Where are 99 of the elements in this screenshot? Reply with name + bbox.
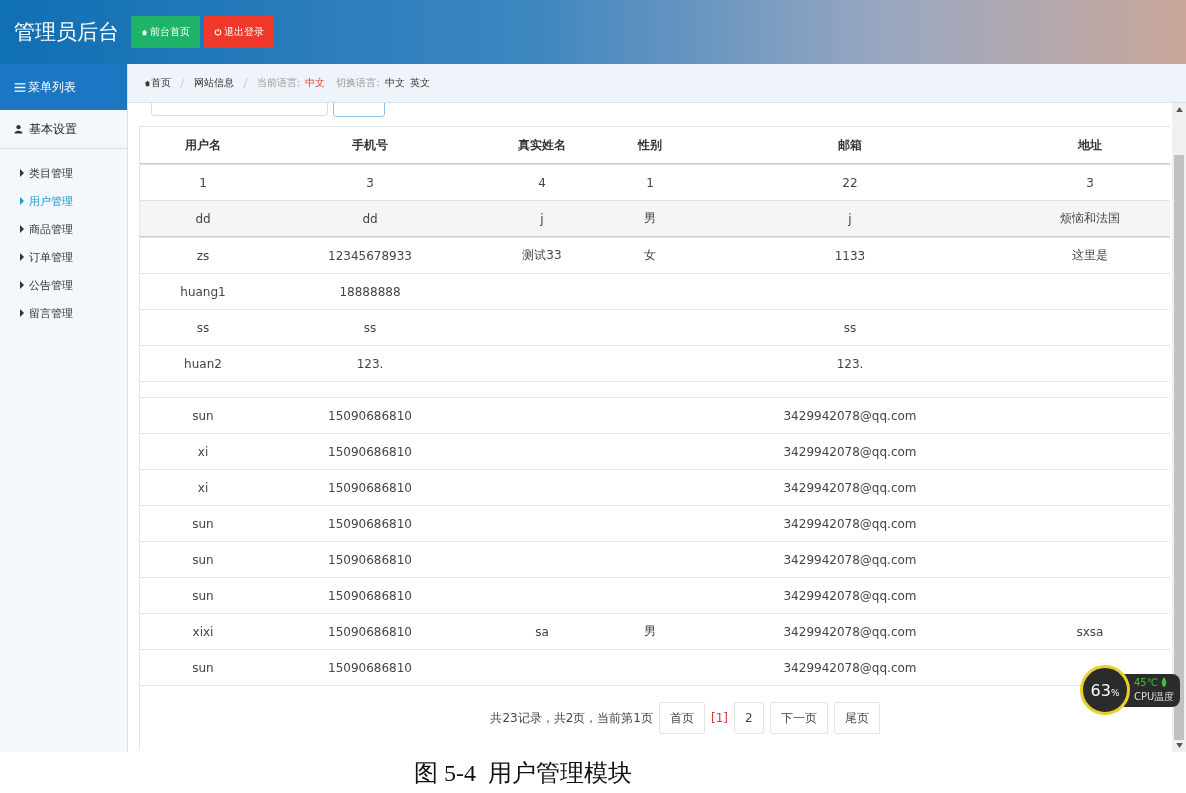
sidebar-item[interactable]: 类目管理 bbox=[0, 159, 127, 187]
breadcrumb-link[interactable]: 网站信息 bbox=[194, 76, 234, 90]
table-cell: 123. bbox=[356, 356, 384, 371]
table-cell: 15090686810 bbox=[328, 444, 412, 459]
switch-language-label: 切换语言: bbox=[336, 76, 380, 90]
caret-icon bbox=[20, 281, 24, 289]
header-button[interactable]: 退出登录 bbox=[204, 16, 274, 48]
table-cell: 1133 bbox=[834, 248, 866, 263]
language-link[interactable]: 中文 bbox=[384, 76, 405, 90]
column-header: 地址 bbox=[1076, 136, 1103, 154]
table-cell: dd bbox=[195, 211, 211, 226]
home-icon bbox=[144, 79, 151, 87]
page-button[interactable]: 2 bbox=[733, 702, 764, 734]
table-cell: 15090686810 bbox=[328, 552, 412, 567]
home-icon bbox=[141, 28, 148, 36]
menu-icon bbox=[14, 82, 26, 92]
caret-icon bbox=[20, 253, 24, 261]
table-cell: sun bbox=[192, 516, 214, 531]
table-cell: sun bbox=[192, 552, 214, 567]
table-cell: 1 bbox=[646, 175, 654, 190]
table-cell: 3 bbox=[366, 175, 374, 190]
last-page-button[interactable]: 尾页 bbox=[833, 702, 880, 734]
table-cell: sun bbox=[192, 408, 214, 423]
table-cell: 15090686810 bbox=[328, 480, 412, 495]
first-page-button[interactable]: 首页 bbox=[658, 702, 705, 734]
section-header[interactable]: 基本设置 bbox=[0, 110, 127, 149]
table-cell: xi bbox=[197, 480, 209, 495]
table-cell: 3429942078@qq.com bbox=[783, 624, 917, 639]
next-page-button[interactable]: 下一页 bbox=[769, 702, 828, 734]
table-cell: 3429942078@qq.com bbox=[783, 444, 917, 459]
table-cell: 123. bbox=[836, 356, 864, 371]
cpu-label: CPU温度 bbox=[1134, 689, 1175, 704]
table-cell: 女 bbox=[644, 248, 656, 262]
table-cell: 男 bbox=[644, 211, 656, 225]
column-header: 真实姓名 bbox=[517, 136, 567, 154]
table-cell: huang1 bbox=[180, 284, 226, 299]
table-cell: 3429942078@qq.com bbox=[783, 480, 917, 495]
temperature-reading: 45℃ bbox=[1134, 676, 1158, 688]
record-summary: 共23记录，共2页，当前第1页 bbox=[490, 709, 653, 727]
language-label: 当前语言: bbox=[257, 76, 301, 90]
table-cell: 1 bbox=[199, 175, 207, 190]
table-cell: ss bbox=[196, 320, 210, 335]
scroll-down-icon bbox=[1175, 743, 1183, 748]
table-cell: 3 bbox=[1086, 175, 1094, 190]
table-cell: 15090686810 bbox=[328, 408, 412, 423]
leaf-icon bbox=[1160, 677, 1167, 687]
sidebar-item[interactable]: 留言管理 bbox=[0, 299, 127, 327]
table-cell: 这里是 bbox=[1072, 248, 1108, 262]
scroll-up-icon bbox=[1175, 107, 1183, 112]
menu-title: 菜单列表 bbox=[28, 78, 76, 96]
table-cell: 3429942078@qq.com bbox=[783, 552, 917, 567]
table-cell: 烦恼和法国 bbox=[1060, 211, 1120, 225]
table-cell: 测试33 bbox=[522, 248, 562, 262]
sidebar-item[interactable]: 商品管理 bbox=[0, 215, 127, 243]
column-header: 性别 bbox=[636, 136, 663, 154]
breadcrumb-link[interactable]: 首页 bbox=[144, 76, 171, 90]
table-cell: j bbox=[540, 211, 544, 226]
table-cell: 3429942078@qq.com bbox=[783, 588, 917, 603]
table-cell: 3429942078@qq.com bbox=[783, 516, 917, 531]
table-cell: 3429942078@qq.com bbox=[783, 660, 917, 675]
table-cell: j bbox=[848, 211, 852, 226]
table-cell: 15090686810 bbox=[328, 516, 412, 531]
table-cell: 15090686810 bbox=[328, 588, 412, 603]
table-cell: 12345678933 bbox=[328, 248, 412, 263]
table-cell: 15090686810 bbox=[328, 660, 412, 675]
table-cell: 男 bbox=[644, 624, 656, 638]
section-title: 基本设置 bbox=[29, 120, 77, 138]
caret-icon bbox=[20, 225, 24, 233]
table-cell: xi bbox=[197, 444, 209, 459]
language-link[interactable]: 英文 bbox=[409, 76, 430, 90]
table-cell: sun bbox=[192, 588, 214, 603]
figure-caption: 图 5-4 用户管理模块 bbox=[413, 758, 633, 788]
table-cell: 4 bbox=[538, 175, 546, 190]
table-cell: huan2 bbox=[184, 356, 222, 371]
column-header: 邮箱 bbox=[837, 136, 863, 154]
table-cell: dd bbox=[362, 211, 378, 226]
table-cell: sa bbox=[535, 624, 549, 639]
caret-icon bbox=[20, 309, 24, 317]
caret-icon bbox=[20, 169, 24, 177]
user-icon bbox=[14, 124, 23, 134]
table-cell: 15090686810 bbox=[328, 624, 412, 639]
column-header: 用户名 bbox=[184, 136, 222, 154]
table-cell: 22 bbox=[842, 175, 858, 190]
table-cell: ss bbox=[843, 320, 857, 335]
current-page: [1] bbox=[710, 711, 728, 725]
table-cell: sxsa bbox=[1076, 624, 1104, 639]
column-header: 手机号 bbox=[351, 136, 389, 154]
power-icon bbox=[214, 28, 222, 36]
caret-icon bbox=[20, 197, 24, 205]
table-cell: zs bbox=[196, 248, 210, 263]
table-cell: ss bbox=[363, 320, 377, 335]
table-cell: 3429942078@qq.com bbox=[783, 408, 917, 423]
current-language: 中文 bbox=[305, 76, 326, 90]
sidebar-item[interactable]: 订单管理 bbox=[0, 243, 127, 271]
app-title: 管理员后台 bbox=[14, 19, 119, 46]
table-cell: 18888888 bbox=[339, 284, 401, 299]
sidebar-item[interactable]: 公告管理 bbox=[0, 271, 127, 299]
table-cell: xixi bbox=[192, 624, 214, 639]
table-cell: sun bbox=[192, 660, 214, 675]
